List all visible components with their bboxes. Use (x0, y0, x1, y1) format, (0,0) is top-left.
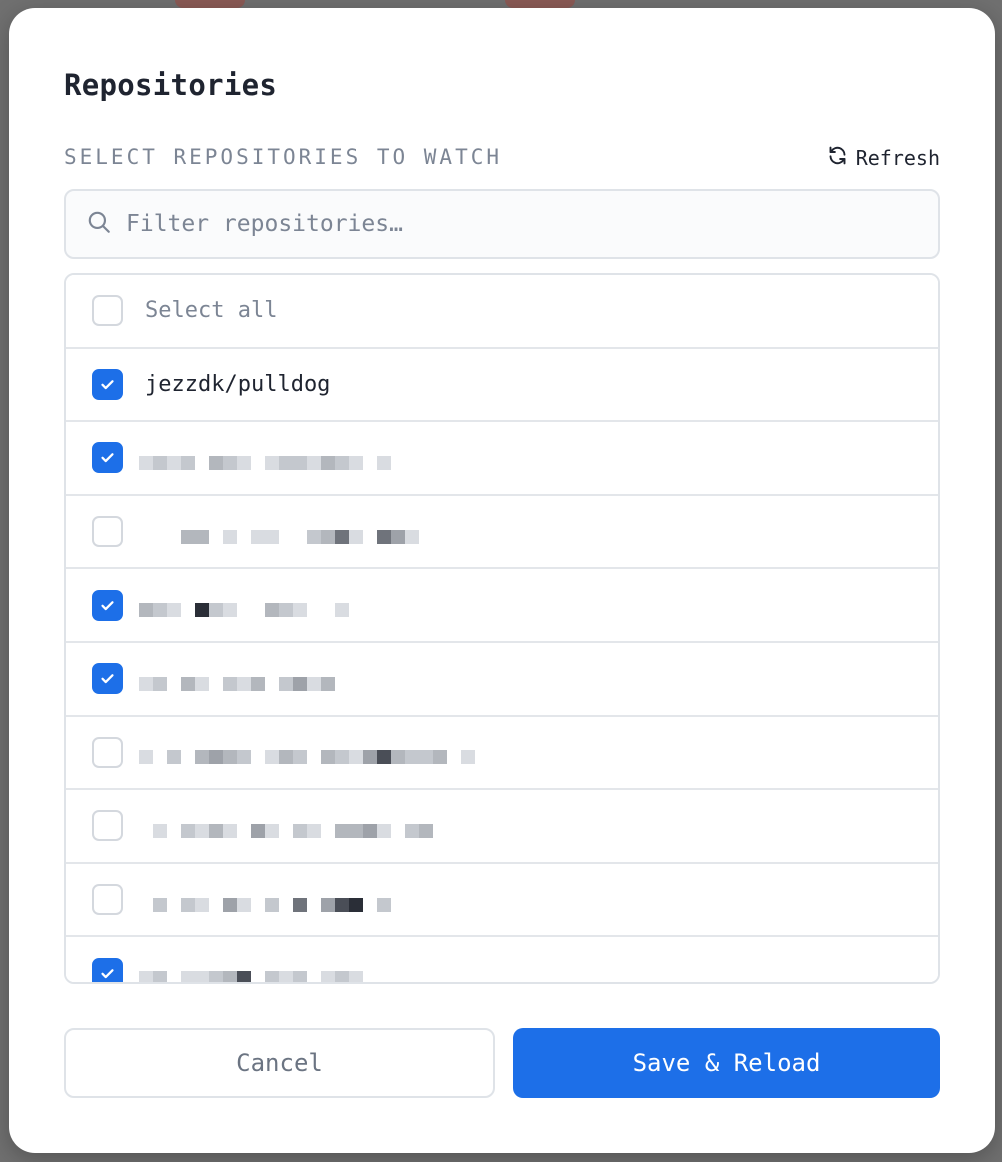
dialog-title: Repositories (64, 68, 278, 102)
check-icon (99, 597, 116, 614)
check-icon (99, 376, 116, 393)
redacted-repository-name (139, 603, 349, 618)
filter-repositories-input[interactable] (126, 211, 906, 237)
redacted-repository-name (139, 823, 447, 838)
redacted-repository-name (139, 529, 419, 544)
repository-row[interactable] (66, 642, 938, 717)
check-icon (99, 670, 116, 687)
repository-row[interactable] (66, 569, 938, 643)
repository-row[interactable] (66, 790, 938, 864)
save-reload-button[interactable]: Save & Reload (513, 1028, 940, 1098)
search-box (64, 189, 940, 259)
repository-name: jezzdk/pulldog (145, 371, 331, 397)
repository-row[interactable] (66, 863, 938, 938)
repository-checkbox[interactable] (92, 884, 123, 916)
refresh-label: Refresh (855, 146, 940, 170)
check-icon (99, 965, 116, 982)
select-all-row[interactable]: Select all (66, 275, 938, 349)
repository-row[interactable]: jezzdk/pulldog (66, 348, 938, 423)
redacted-repository-name (139, 455, 391, 470)
background-hint (175, 0, 245, 8)
redacted-repository-name (139, 750, 475, 765)
select-all-label: Select all (145, 298, 278, 324)
repositories-dialog: Repositories SELECT REPOSITORIES TO WATC… (9, 8, 995, 1153)
section-label: SELECT REPOSITORIES TO WATCH (64, 145, 503, 169)
redacted-repository-name (139, 971, 363, 982)
repository-row[interactable] (66, 422, 938, 496)
repository-checkbox[interactable] (92, 368, 123, 400)
repository-checkbox[interactable] (92, 957, 123, 982)
repository-row[interactable] (66, 937, 938, 982)
check-icon (99, 449, 116, 466)
repository-checkbox[interactable] (92, 516, 123, 548)
redacted-repository-name (139, 676, 335, 691)
select-all-checkbox[interactable] (92, 295, 123, 327)
redacted-repository-name (139, 897, 391, 912)
refresh-icon (827, 145, 848, 171)
repository-list[interactable]: Select all jezzdk/pulldog (64, 273, 940, 984)
refresh-button[interactable]: Refresh (827, 145, 940, 171)
repository-row[interactable] (66, 495, 938, 570)
repository-checkbox[interactable] (92, 442, 123, 474)
search-icon (86, 209, 112, 239)
repository-checkbox[interactable] (92, 810, 123, 842)
background-hint (505, 0, 575, 8)
cancel-button[interactable]: Cancel (64, 1028, 495, 1098)
repository-checkbox[interactable] (92, 736, 123, 768)
repository-checkbox[interactable] (92, 589, 123, 621)
repository-row[interactable] (66, 716, 938, 791)
repository-checkbox[interactable] (92, 663, 123, 695)
